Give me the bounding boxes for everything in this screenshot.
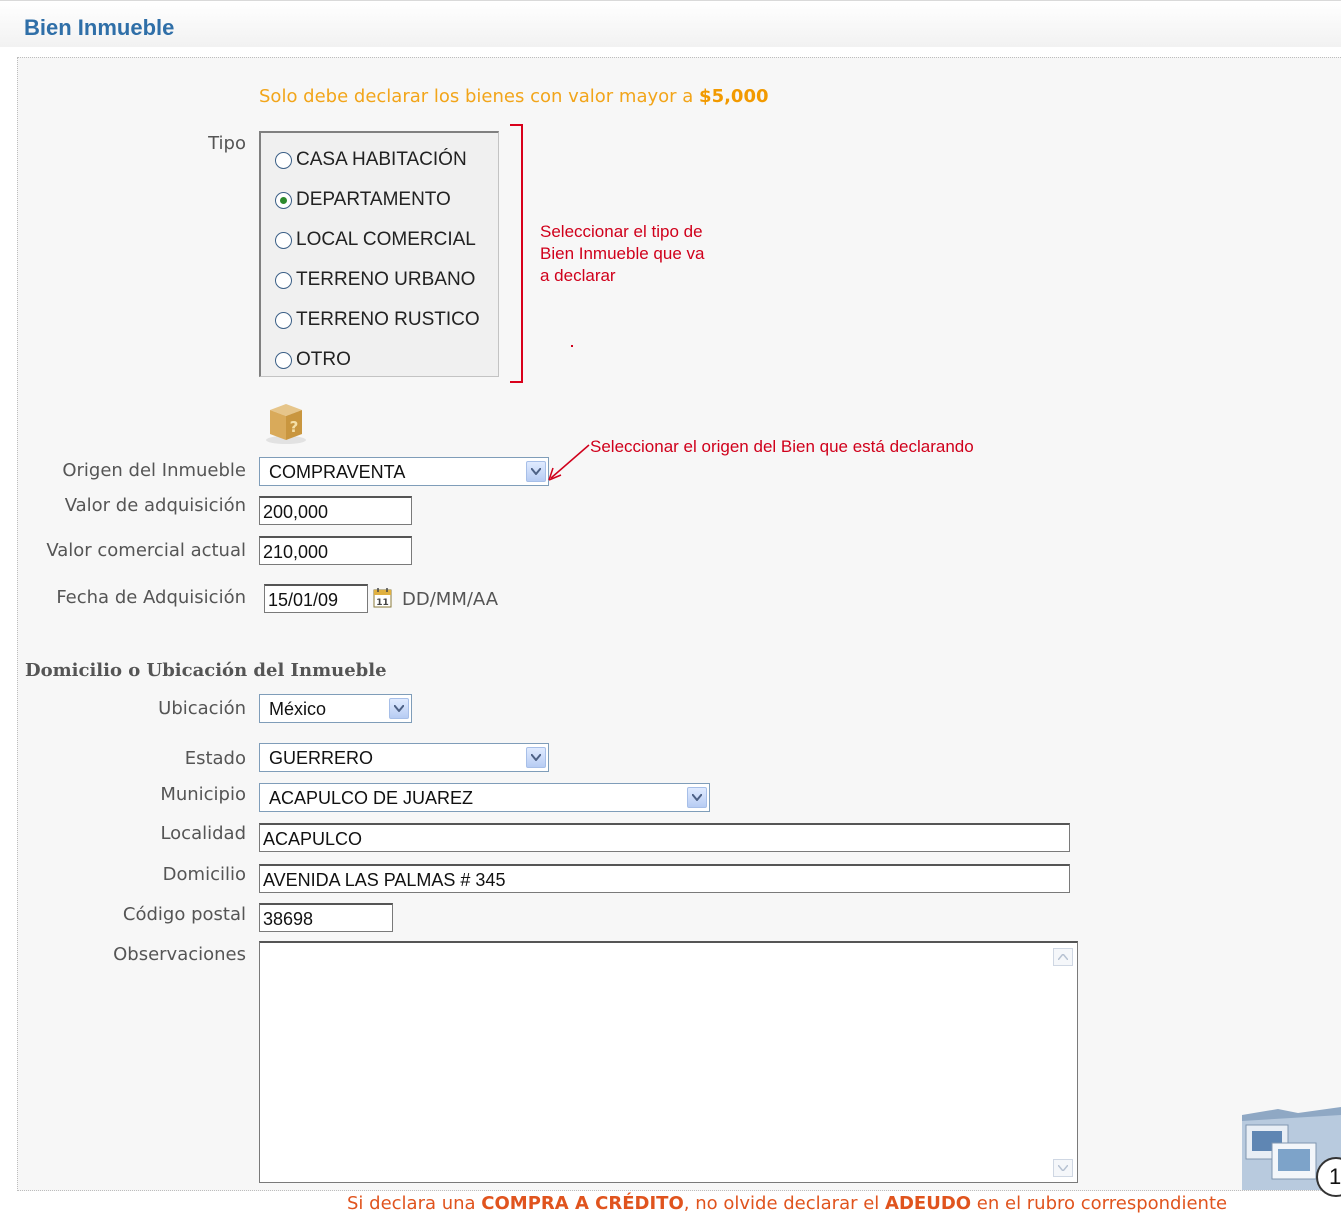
radio-label: LOCAL COMERCIAL [296, 229, 476, 250]
domicilio-input[interactable]: AVENIDA LAS PALMAS # 345 [259, 864, 1070, 893]
annotation-line: Bien Inmueble que va [540, 244, 705, 263]
annotation-bracket [510, 124, 523, 383]
radio-label: TERRENO URBANO [296, 269, 476, 290]
valor-comercial-input[interactable]: 210,000 [259, 536, 412, 565]
annotation-line: Seleccionar el tipo de [540, 222, 703, 241]
valor-adquisicion-label: Valor de adquisición [64, 495, 246, 516]
help-box-icon[interactable]: ? [264, 398, 308, 444]
radio-button[interactable] [275, 351, 292, 369]
valor-comercial-label: Valor comercial actual [46, 540, 246, 561]
chevron-down-icon[interactable] [687, 787, 707, 808]
estado-select[interactable]: GUERRERO [259, 743, 549, 772]
annotation-line: a declarar [540, 266, 616, 285]
codigo-postal-input[interactable]: 38698 [259, 903, 393, 932]
codigo-postal-label: Código postal [122, 904, 246, 925]
scroll-up-icon[interactable] [1053, 948, 1073, 966]
calendar-icon[interactable]: 11 [373, 587, 393, 609]
radio-button[interactable] [275, 271, 292, 289]
municipio-value: ACAPULCO DE JUAREZ [269, 788, 474, 808]
ubicacion-value: México [269, 699, 327, 719]
footer-highlight-adeudo: ADEUDO [885, 1193, 972, 1214]
chevron-down-icon[interactable] [526, 747, 546, 768]
radio-button[interactable] [275, 231, 292, 249]
domicilio-label: Domicilio [162, 864, 246, 885]
valor-adquisicion-input[interactable]: 200,000 [259, 496, 412, 525]
footer-highlight-credito: COMPRA A CRÉDITO [481, 1193, 684, 1214]
section-header: Bien Inmueble [0, 0, 1341, 47]
radio-button[interactable] [275, 311, 292, 329]
notice-text: Solo debe declarar los bienes con valor … [259, 86, 700, 107]
radio-casa-habitacion[interactable]: CASA HABITACIÓN [275, 145, 467, 175]
origen-value: COMPRAVENTA [269, 462, 406, 482]
ubicacion-label: Ubicación [158, 698, 246, 719]
annotation-arrow [548, 444, 590, 481]
scroll-down-icon[interactable] [1053, 1159, 1073, 1177]
radio-button-checked[interactable] [275, 191, 292, 209]
svg-text:?: ? [290, 418, 299, 436]
tipo-radio-group: CASA HABITACIÓN DEPARTAMENTO LOCAL COMER… [259, 131, 499, 377]
ubicacion-select[interactable]: México [259, 694, 412, 723]
svg-text:11: 11 [376, 598, 389, 608]
radio-label: TERRENO RUSTICO [296, 309, 480, 330]
observaciones-label: Observaciones [113, 944, 246, 965]
radio-otro[interactable]: OTRO [275, 345, 351, 375]
origen-annotation: Seleccionar el origen del Bien que está … [590, 437, 974, 456]
chevron-down-icon[interactable] [389, 698, 409, 719]
origen-label: Origen del Inmueble [62, 460, 246, 481]
date-format-hint: DD/MM/AA [402, 589, 499, 610]
page-title: Bien Inmueble [24, 15, 175, 40]
fecha-input[interactable]: 15/01/09 [264, 584, 368, 613]
footer-text: , no olvide declarar el [683, 1193, 886, 1214]
tipo-label: Tipo [208, 133, 246, 154]
radio-label: CASA HABITACIÓN [296, 149, 467, 170]
radio-terreno-urbano[interactable]: TERRENO URBANO [275, 265, 475, 295]
estado-label: Estado [184, 748, 246, 769]
radio-label: DEPARTAMENTO [296, 189, 451, 210]
radio-departamento[interactable]: DEPARTAMENTO [275, 185, 451, 215]
radio-label: OTRO [296, 349, 351, 370]
footer-warning: Si declara una COMPRA A CRÉDITO, no olvi… [347, 1193, 1227, 1214]
origen-select[interactable]: COMPRAVENTA [259, 457, 549, 486]
domicilio-section-title: Domicilio o Ubicación del Inmueble [25, 660, 387, 681]
municipio-select[interactable]: ACAPULCO DE JUAREZ [259, 783, 710, 812]
chevron-down-icon[interactable] [526, 461, 546, 482]
radio-terreno-rustico[interactable]: TERRENO RUSTICO [275, 305, 480, 335]
radio-button[interactable] [275, 151, 292, 169]
fecha-label: Fecha de Adquisición [56, 587, 246, 608]
localidad-label: Localidad [160, 823, 246, 844]
annotation-dot [571, 345, 573, 347]
localidad-input[interactable]: ACAPULCO [259, 823, 1070, 852]
estado-value: GUERRERO [269, 748, 374, 768]
footer-text: en el rubro correspondiente [971, 1193, 1228, 1214]
tipo-annotation: Seleccionar el tipo de Bien Inmueble que… [540, 221, 704, 287]
radio-local-comercial[interactable]: LOCAL COMERCIAL [275, 225, 476, 255]
value-notice: Solo debe declarar los bienes con valor … [259, 86, 769, 107]
observaciones-textarea[interactable] [259, 941, 1078, 1183]
notice-amount: $5,000 [699, 86, 769, 107]
municipio-label: Municipio [160, 784, 246, 805]
footer-text: Si declara una [347, 1193, 482, 1214]
